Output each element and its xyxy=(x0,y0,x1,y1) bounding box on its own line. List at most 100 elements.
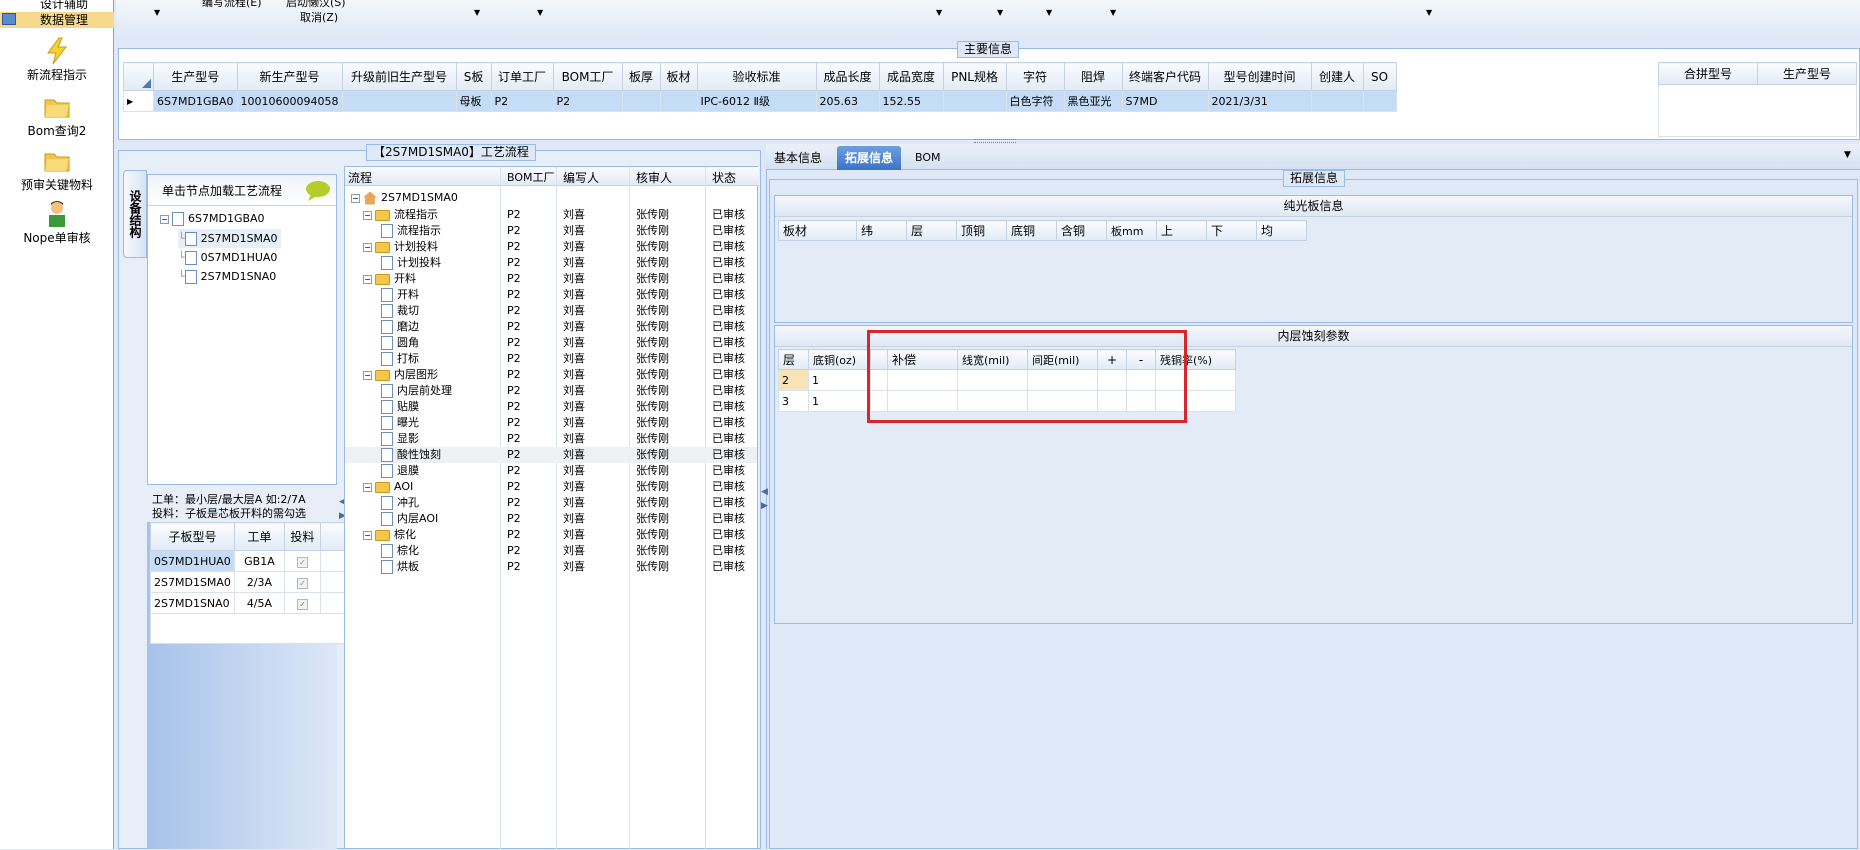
status-cell[interactable]: 已审核 xyxy=(712,431,745,447)
process-row[interactable]: 圆角 P2 刘喜 张传刚 已审核 xyxy=(345,335,757,351)
col-header[interactable]: 流程 xyxy=(348,169,372,186)
status-cell[interactable]: 已审核 xyxy=(712,239,745,255)
col-header[interactable]: 合拼型号 xyxy=(1658,62,1758,85)
status-cell[interactable]: 已审核 xyxy=(712,319,745,335)
process-name-cell[interactable]: 流程指示 xyxy=(381,223,441,239)
table-cell[interactable]: S7MD xyxy=(1121,90,1209,112)
reviewer-cell[interactable]: 张传刚 xyxy=(636,383,669,399)
process-name-cell[interactable]: − 计划投料 xyxy=(363,239,438,255)
col-header[interactable]: 子板型号 xyxy=(150,522,235,551)
status-cell[interactable]: 已审核 xyxy=(712,511,745,527)
table-cell[interactable]: 黑色亚光 xyxy=(1063,90,1123,112)
table-cell[interactable]: 2 xyxy=(778,369,809,391)
col-header[interactable]: 生产型号 xyxy=(153,62,238,91)
bom-cell[interactable]: P2 xyxy=(507,207,521,223)
process-name-cell[interactable]: 棕化 xyxy=(381,543,419,559)
col-header[interactable]: 成品宽度 xyxy=(878,62,944,91)
table-cell[interactable]: 10010600094058 xyxy=(236,90,343,112)
col-header[interactable]: 成品长度 xyxy=(815,62,880,91)
table-row[interactable]: 2S7MD1SMA0 2/3A ✓ xyxy=(150,571,347,593)
reviewer-cell[interactable]: 张传刚 xyxy=(636,495,669,511)
chevron-down-icon[interactable]: ▼ xyxy=(936,8,942,17)
table-cell[interactable]: P2 xyxy=(490,90,554,112)
bom-cell[interactable]: P2 xyxy=(507,559,521,575)
status-cell[interactable]: 已审核 xyxy=(712,559,745,575)
status-cell[interactable]: 已审核 xyxy=(712,543,745,559)
col-header[interactable]: 工单 xyxy=(233,522,285,551)
col-header[interactable]: BOM工厂 xyxy=(552,62,623,91)
bom-cell[interactable]: P2 xyxy=(507,479,521,495)
process-row[interactable]: 酸性蚀刻 P2 刘喜 张传刚 已审核 xyxy=(345,447,757,463)
sidebar-item-prereview[interactable]: 预审关键物料 xyxy=(0,146,114,193)
reviewer-cell[interactable]: 张传刚 xyxy=(636,399,669,415)
process-name-cell[interactable]: 打标 xyxy=(381,351,419,367)
chevron-down-icon[interactable]: ▼ xyxy=(1110,8,1116,17)
process-name-cell[interactable]: − AOI xyxy=(363,479,413,495)
checkbox[interactable]: ✓ xyxy=(296,556,308,568)
writer-cell[interactable]: 刘喜 xyxy=(563,383,585,399)
sidebar-item-nope-review[interactable]: Nope单审核 xyxy=(0,199,114,246)
bom-cell[interactable]: P2 xyxy=(507,415,521,431)
process-name-cell[interactable]: 开料 xyxy=(381,287,419,303)
bom-cell[interactable]: P2 xyxy=(507,287,521,303)
collapse-icon[interactable]: − xyxy=(160,214,169,224)
col-header[interactable]: 创建人 xyxy=(1310,62,1364,91)
status-cell[interactable]: 已审核 xyxy=(712,447,745,463)
process-name-cell[interactable]: − 流程指示 xyxy=(363,207,438,223)
status-cell[interactable]: 已审核 xyxy=(712,351,745,367)
table-cell[interactable]: 2S7MD1SNA0 xyxy=(150,592,235,614)
status-cell[interactable]: 已审核 xyxy=(712,415,745,431)
tab-extended-info[interactable]: 拓展信息 xyxy=(837,146,902,170)
bom-cell[interactable]: P2 xyxy=(507,223,521,239)
reviewer-cell[interactable]: 张传刚 xyxy=(636,223,669,239)
process-name-cell[interactable]: − 开料 xyxy=(363,271,416,287)
process-row[interactable]: 退膜 P2 刘喜 张传刚 已审核 xyxy=(345,463,757,479)
status-cell[interactable]: 已审核 xyxy=(712,399,745,415)
reviewer-cell[interactable]: 张传刚 xyxy=(636,207,669,223)
table-cell[interactable]: 白色字符 xyxy=(1005,90,1065,112)
status-cell[interactable]: 已审核 xyxy=(712,271,745,287)
tree-node[interactable]: └ 2S7MD1SMA0 xyxy=(178,229,281,248)
process-name-cell[interactable]: 退膜 xyxy=(381,463,419,479)
tab-menu-chevron-icon[interactable]: ▼ xyxy=(1844,150,1851,160)
process-row[interactable]: − 计划投料 P2 刘喜 张传刚 已审核 xyxy=(345,239,757,255)
process-name-cell[interactable]: 显影 xyxy=(381,431,419,447)
col-header[interactable]: 底铜(oz) xyxy=(808,349,871,370)
col-header[interactable]: 核审人 xyxy=(636,169,672,186)
table-cell[interactable]: 6S7MD1GBA0 xyxy=(153,90,238,112)
col-header[interactable]: SO xyxy=(1362,62,1397,91)
col-header[interactable]: 新生产型号 xyxy=(236,62,343,91)
writer-cell[interactable]: 刘喜 xyxy=(563,207,585,223)
tab-device-structure[interactable]: 设备结构 xyxy=(123,170,147,258)
col-header[interactable]: 字符 xyxy=(1005,62,1065,91)
bom-cell[interactable]: P2 xyxy=(507,383,521,399)
writer-cell[interactable]: 刘喜 xyxy=(563,447,585,463)
reviewer-cell[interactable]: 张传刚 xyxy=(636,271,669,287)
writer-cell[interactable]: 刘喜 xyxy=(563,271,585,287)
status-cell[interactable]: 已审核 xyxy=(712,495,745,511)
collapse-icon[interactable]: − xyxy=(363,274,372,284)
col-header[interactable]: 顶铜 xyxy=(956,220,1007,241)
col-header[interactable]: 均 xyxy=(1256,220,1307,241)
bom-cell[interactable]: P2 xyxy=(507,527,521,543)
reviewer-cell[interactable]: 张传刚 xyxy=(636,319,669,335)
process-name-cell[interactable]: 内层AOI xyxy=(381,511,438,527)
col-header[interactable]: 层 xyxy=(906,220,957,241)
col-header[interactable]: 状态 xyxy=(712,169,736,186)
writer-cell[interactable]: 刘喜 xyxy=(563,559,585,575)
splitter-arrows[interactable]: ◀ ▶ xyxy=(761,485,768,513)
writer-cell[interactable]: 刘喜 xyxy=(563,319,585,335)
table-cell[interactable]: 2S7MD1SMA0 xyxy=(150,571,235,593)
bom-cell[interactable]: P2 xyxy=(507,255,521,271)
chevron-down-icon[interactable]: ▼ xyxy=(1046,8,1052,17)
writer-cell[interactable]: 刘喜 xyxy=(563,223,585,239)
process-row[interactable]: − 内层图形 P2 刘喜 张传刚 已审核 xyxy=(345,367,757,383)
reviewer-cell[interactable]: 张传刚 xyxy=(636,463,669,479)
process-row[interactable]: 烘板 P2 刘喜 张传刚 已审核 xyxy=(345,559,757,575)
process-row[interactable]: 内层AOI P2 刘喜 张传刚 已审核 xyxy=(345,511,757,527)
process-name-cell[interactable]: 内层前处理 xyxy=(381,383,452,399)
reviewer-cell[interactable]: 张传刚 xyxy=(636,543,669,559)
process-name-cell[interactable]: 圆角 xyxy=(381,335,419,351)
process-row[interactable]: 曝光 P2 刘喜 张传刚 已审核 xyxy=(345,415,757,431)
col-header[interactable]: 验收标准 xyxy=(696,62,817,91)
